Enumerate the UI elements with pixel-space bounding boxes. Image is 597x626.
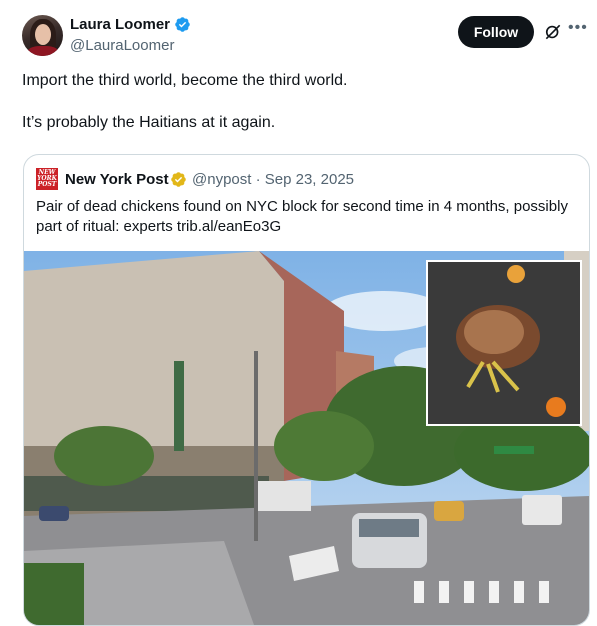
author-display-name[interactable]: Laura Loomer: [70, 16, 170, 33]
quoted-tweet-card[interactable]: NEW YORK POST New York Post @nypost · Se…: [23, 154, 590, 626]
nypost-logo-text: NEW YORK POST: [37, 169, 57, 188]
more-options-icon[interactable]: •••: [568, 20, 590, 42]
avatar-clothing: [27, 46, 59, 56]
meta-separator: ·: [255, 171, 261, 188]
quoted-handle[interactable]: @nypost: [192, 171, 251, 188]
gold-verified-badge-icon: [171, 172, 186, 187]
author-avatar[interactable]: [22, 15, 63, 56]
verified-badge-icon: [175, 17, 190, 32]
grok-icon[interactable]: [543, 22, 563, 42]
tweet-paragraph: Import the third world, become the third…: [22, 72, 348, 89]
author-name-row: Laura Loomer: [70, 16, 191, 33]
quoted-text: Pair of dead chickens found on NYC block…: [36, 198, 568, 235]
follow-button[interactable]: Follow: [458, 16, 534, 48]
tweet-text: Import the third world, become the third…: [22, 71, 572, 133]
quoted-display-name[interactable]: New York Post: [65, 171, 169, 188]
quoted-meta: @nypost · Sep 23, 2025: [192, 171, 354, 188]
author-handle[interactable]: @LauraLoomer: [70, 37, 174, 54]
nypost-logo: NEW YORK POST: [36, 168, 58, 190]
tweet-paragraph: It’s probably the Haitians at it again.: [22, 114, 276, 131]
avatar-face: [35, 24, 51, 45]
quoted-date[interactable]: Sep 23, 2025: [265, 171, 354, 188]
dead-chicken-inset-image[interactable]: [426, 260, 582, 426]
